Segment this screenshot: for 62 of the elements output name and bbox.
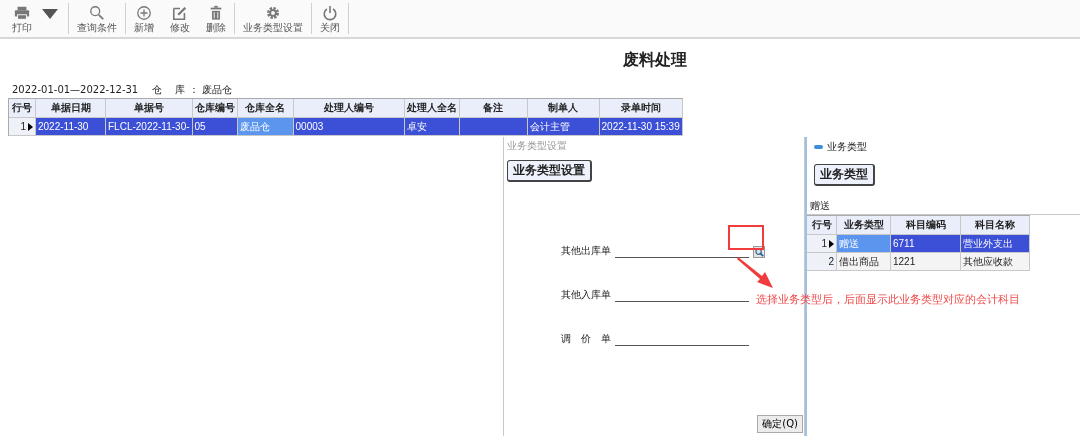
toolbar-button[interactable]: 删除: [198, 0, 234, 37]
column-header: 录单时间: [599, 99, 683, 118]
plus-icon: [136, 5, 152, 21]
column-header: 科目名称: [961, 216, 1030, 235]
table-cell[interactable]: 卓安: [404, 118, 460, 136]
date-range: 2022-01-01—2022-12-31: [12, 84, 139, 95]
column-header: 备注: [459, 99, 528, 118]
power-icon: [322, 5, 338, 21]
table-cell[interactable]: 营业外支出: [961, 235, 1030, 253]
page-title: 废料处理: [623, 49, 687, 71]
table-cell[interactable]: 借出商品: [837, 253, 891, 271]
confirm-button[interactable]: 确定(Q): [757, 415, 803, 433]
annotation-text: 选择业务类型后，后面显示此业务类型对应的会计科目: [756, 292, 1020, 307]
column-header: 业务类型: [837, 216, 891, 235]
toolbar-button[interactable]: 关闭: [312, 0, 348, 37]
column-header: 单据日期: [36, 99, 106, 118]
arrow-icon: [736, 256, 774, 289]
row-number: 1: [807, 235, 837, 253]
column-header: 制单人: [527, 99, 600, 118]
column-header: 科目编码: [891, 216, 961, 235]
column-header: 仓库编号: [192, 99, 238, 118]
trash-icon: [208, 5, 224, 21]
current-type: 赠送: [809, 199, 831, 212]
row-number: 1: [9, 118, 36, 136]
toolbar-button[interactable]: 业务类型设置: [235, 0, 311, 37]
gear-icon: [265, 5, 281, 21]
column-header: 处理人全名: [404, 99, 460, 118]
search-icon: [89, 5, 105, 21]
table-cell[interactable]: 2022-11-30 15:39: [599, 118, 683, 136]
column-header: 行号: [9, 99, 36, 118]
highlight-box: [728, 225, 764, 250]
table-cell[interactable]: [459, 118, 528, 136]
column-header: 处理人编号: [293, 99, 405, 118]
toolbar-button[interactable]: 打印: [4, 0, 68, 37]
toolbar-button[interactable]: 查询条件: [69, 0, 125, 37]
column-header: 行号: [807, 216, 837, 235]
row-number: 2: [807, 253, 837, 271]
current-row-icon: [28, 122, 33, 131]
dialog-heading: 业务类型设置: [507, 160, 592, 182]
printer-icon: [14, 5, 30, 21]
edit-icon: [172, 5, 188, 21]
column-header: 仓库全名: [237, 99, 294, 118]
table-cell[interactable]: 其他应收款: [961, 253, 1030, 271]
window-title: 业务类型设置: [507, 139, 568, 153]
table-cell[interactable]: 2022-11-30: [36, 118, 106, 136]
current-row-icon: [829, 239, 834, 248]
table-cell[interactable]: 05: [192, 118, 238, 136]
toolbar-button[interactable]: 修改: [162, 0, 198, 37]
toolbar-button[interactable]: 新增: [126, 0, 162, 37]
table-cell[interactable]: 00003: [293, 118, 405, 136]
window-title: 业务类型: [827, 140, 867, 154]
table-cell[interactable]: 1221: [891, 253, 961, 271]
column-header: 单据号: [106, 99, 193, 118]
warehouse-filter: 仓 库 ： 废品仓: [152, 82, 232, 97]
field-label: 其他入库单: [560, 288, 611, 302]
table-cell[interactable]: FLCL-2022-11-30-: [106, 118, 193, 136]
table-cell[interactable]: 会计主管: [527, 118, 600, 136]
table-cell[interactable]: 6711: [891, 235, 961, 253]
field-label: 其他出库单: [560, 244, 611, 258]
window-icon: [814, 145, 823, 149]
field-label: 调 价 单: [560, 332, 611, 346]
panel-heading: 业务类型: [814, 164, 875, 186]
